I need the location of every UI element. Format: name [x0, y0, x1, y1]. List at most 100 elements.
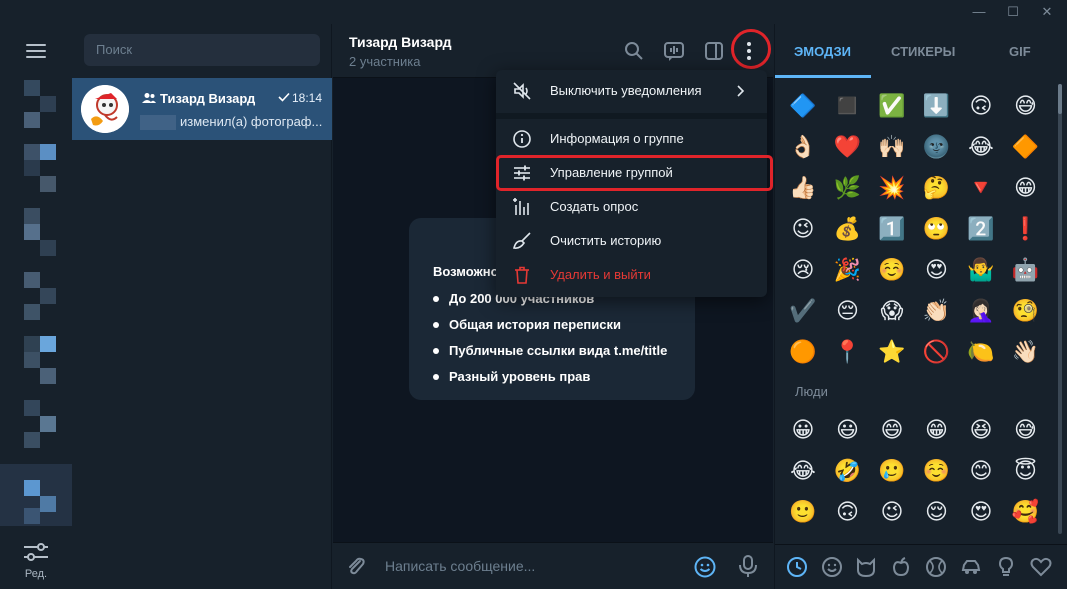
page-title[interactable]: Тизард Визард [349, 34, 452, 50]
emoji-item[interactable]: 👋🏻 [1012, 338, 1040, 366]
tab-gif[interactable]: GIF [1009, 44, 1031, 59]
emoji-item[interactable]: 💥 [878, 174, 906, 202]
menu-item-mute[interactable]: Выключить уведомления [496, 74, 767, 108]
search-input[interactable]: Поиск [84, 34, 320, 66]
emoji-item[interactable]: 📍 [834, 338, 862, 366]
emoji-item[interactable]: 🙂 [789, 498, 817, 526]
emoji-item[interactable]: 😊 [967, 457, 995, 485]
emoji-item[interactable]: 🟠 [789, 338, 817, 366]
sport-category-icon[interactable] [925, 556, 947, 578]
emoji-item[interactable]: 😱 [878, 297, 906, 325]
chat-item-tizard[interactable]: Тизард Визард 18:14 изменил(а) фотограф.… [72, 78, 332, 140]
emoji-item[interactable]: 🔶 [1012, 133, 1040, 161]
menu-item-create-poll[interactable]: Создать опрос [496, 190, 767, 224]
menu-item-delete-leave[interactable]: Удалить и выйти [496, 258, 767, 292]
minimize-button[interactable]: — [962, 0, 996, 24]
emoji-item[interactable]: 😅 [1012, 416, 1040, 444]
recent-clock-icon[interactable] [786, 556, 808, 578]
info-subtitle: Возможно [433, 264, 499, 279]
food-category-icon[interactable] [890, 556, 912, 578]
emoji-item[interactable]: ☺️ [878, 256, 906, 284]
emoji-item[interactable]: 😉 [878, 498, 906, 526]
emoji-icon[interactable] [693, 555, 717, 579]
emoji-item[interactable]: 🤔 [923, 174, 951, 202]
emoji-item[interactable]: ✅ [878, 92, 906, 120]
emoji-item[interactable]: 🙌🏻 [878, 133, 906, 161]
smiley-category-icon[interactable] [821, 556, 843, 578]
emoji-item[interactable]: 🧐 [1012, 297, 1040, 325]
emoji-item[interactable]: 🤖 [1012, 256, 1040, 284]
emoji-item[interactable]: ❤️ [834, 133, 862, 161]
emoji-item[interactable]: 😆 [967, 416, 995, 444]
bullet [433, 296, 439, 302]
objects-category-icon[interactable] [995, 556, 1017, 578]
emoji-item[interactable]: 🌿 [834, 174, 862, 202]
emoji-item[interactable]: 😍 [923, 256, 951, 284]
poll-icon [513, 198, 529, 215]
emoji-item[interactable]: 😉 [789, 215, 817, 243]
emoji-item[interactable]: 😍 [967, 498, 995, 526]
message-input[interactable]: Написать сообщение... [385, 558, 535, 574]
menu-item-clear-history[interactable]: Очистить историю [496, 224, 767, 258]
menu-item-group-info[interactable]: Информация о группе [496, 122, 767, 156]
emoji-item[interactable]: 😌 [923, 498, 951, 526]
voice-chat-icon[interactable] [663, 40, 685, 62]
travel-category-icon[interactable] [960, 556, 982, 578]
tab-stickers[interactable]: СТИКЕРЫ [891, 44, 955, 59]
emoji-item[interactable]: 🙃 [967, 92, 995, 120]
emoji-item[interactable]: 🌚 [923, 133, 951, 161]
emoji-item[interactable]: 🚫 [923, 338, 951, 366]
sidebar-toggle-icon[interactable] [703, 40, 725, 62]
emoji-item[interactable]: 🙄 [923, 215, 951, 243]
emoji-item[interactable]: 🤷‍♂️ [967, 256, 995, 284]
emoji-item[interactable]: 😃 [834, 416, 862, 444]
menu-label: Удалить и выйти [550, 267, 651, 282]
title-bar: — ☐ ✕ [0, 0, 1067, 24]
maximize-button[interactable]: ☐ [996, 0, 1030, 24]
emoji-item[interactable]: 😂 [789, 457, 817, 485]
emoji-item[interactable]: 😀 [789, 416, 817, 444]
emoji-item[interactable]: 💰 [834, 215, 862, 243]
emoji-item[interactable]: 😁 [1012, 174, 1040, 202]
emoji-item[interactable]: 🥲 [878, 457, 906, 485]
emoji-item[interactable]: 🍋 [967, 338, 995, 366]
emoji-item[interactable]: ❗ [1012, 215, 1040, 243]
emoji-item[interactable]: ◼️ [834, 92, 862, 120]
emoji-item[interactable]: 😂 [967, 133, 995, 161]
edit-folders-label[interactable]: Ред. [0, 568, 72, 580]
emoji-item[interactable]: 🎉 [834, 256, 862, 284]
emoji-item[interactable]: 🤦🏻‍♀️ [967, 297, 995, 325]
emoji-item[interactable]: 😄 [878, 416, 906, 444]
emoji-item[interactable]: 😅 [1012, 92, 1040, 120]
tab-emoji[interactable]: ЭМОДЗИ [794, 44, 851, 59]
symbols-category-icon[interactable] [1030, 556, 1052, 578]
emoji-item[interactable]: 👏🏻 [923, 297, 951, 325]
emoji-item[interactable]: ✔️ [789, 297, 817, 325]
edit-folders-icon[interactable] [22, 542, 50, 562]
emoji-item[interactable]: 2️⃣ [967, 215, 995, 243]
close-button[interactable]: ✕ [1030, 0, 1064, 24]
emoji-item[interactable]: 1️⃣ [878, 215, 906, 243]
emoji-item[interactable]: 👍🏻 [789, 174, 817, 202]
emoji-item[interactable]: ☺️ [923, 457, 951, 485]
emoji-item[interactable]: ⬇️ [923, 92, 951, 120]
emoji-item[interactable]: 🤣 [834, 457, 862, 485]
animals-category-icon[interactable] [855, 556, 877, 578]
emoji-item[interactable]: 👌🏻 [789, 133, 817, 161]
scrollbar-track[interactable] [1058, 84, 1062, 534]
microphone-icon[interactable] [737, 554, 759, 578]
search-icon[interactable] [623, 40, 645, 62]
menu-label: Выключить уведомления [550, 83, 702, 98]
emoji-item[interactable]: 😁 [923, 416, 951, 444]
emoji-item[interactable]: 😔 [834, 297, 862, 325]
emoji-item[interactable]: 😇 [1012, 457, 1040, 485]
emoji-item[interactable]: 🔷 [789, 92, 817, 120]
emoji-item[interactable]: 🥰 [1012, 498, 1040, 526]
attach-icon[interactable] [345, 555, 367, 577]
emoji-item[interactable]: 🔻 [967, 174, 995, 202]
emoji-item[interactable]: 😢 [789, 256, 817, 284]
emoji-item[interactable]: 🙃 [834, 498, 862, 526]
menu-icon[interactable] [26, 44, 46, 58]
scrollbar-thumb[interactable] [1058, 84, 1062, 114]
emoji-item[interactable]: ⭐ [878, 338, 906, 366]
